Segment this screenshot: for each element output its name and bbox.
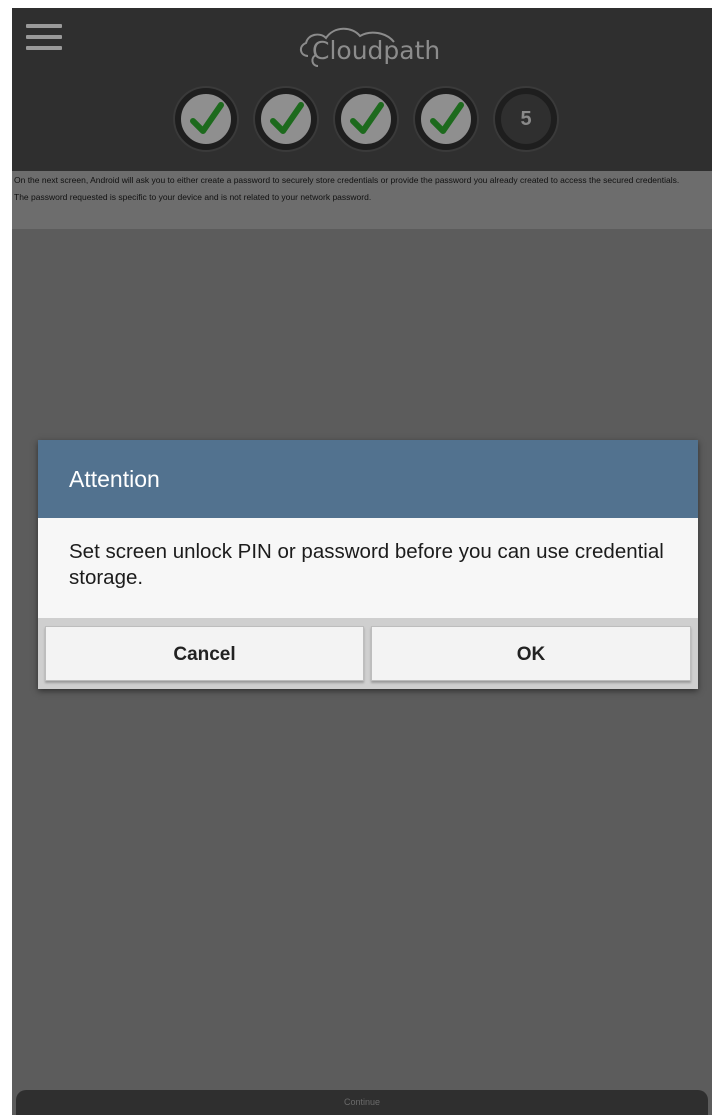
info-panel: On the next screen, Android will ask you… [12,171,712,229]
cancel-button[interactable]: Cancel [45,626,364,681]
check-icon [190,102,224,134]
step-1-complete [175,88,237,150]
info-paragraph: On the next screen, Android will ask you… [14,175,680,185]
check-icon [430,102,464,134]
check-icon [350,102,384,134]
dialog-button-bar: Cancel OK [38,618,698,689]
step-3-complete [335,88,397,150]
step-4-complete [415,88,477,150]
cloudpath-logo: Cloudpath [290,18,450,78]
step-2-complete [255,88,317,150]
attention-dialog: Attention Set screen unlock PIN or passw… [38,440,698,689]
dialog-title: Attention [69,466,160,492]
top-bar: Cloudpath 5 [12,8,712,171]
step-number: 5 [520,108,532,130]
logo-text: Cloudpath [312,36,441,65]
continue-button[interactable]: Continue [16,1090,708,1115]
dialog-body: Set screen unlock PIN or password before… [38,518,698,618]
progress-steps: 5 [175,88,575,168]
dialog-message: Set screen unlock PIN or password before… [69,540,664,589]
hamburger-menu-icon[interactable] [26,24,62,52]
check-icon [270,102,304,134]
ok-button[interactable]: OK [371,626,691,681]
step-5-pending: 5 [495,88,557,150]
info-paragraph: The password requested is specific to yo… [14,192,372,202]
